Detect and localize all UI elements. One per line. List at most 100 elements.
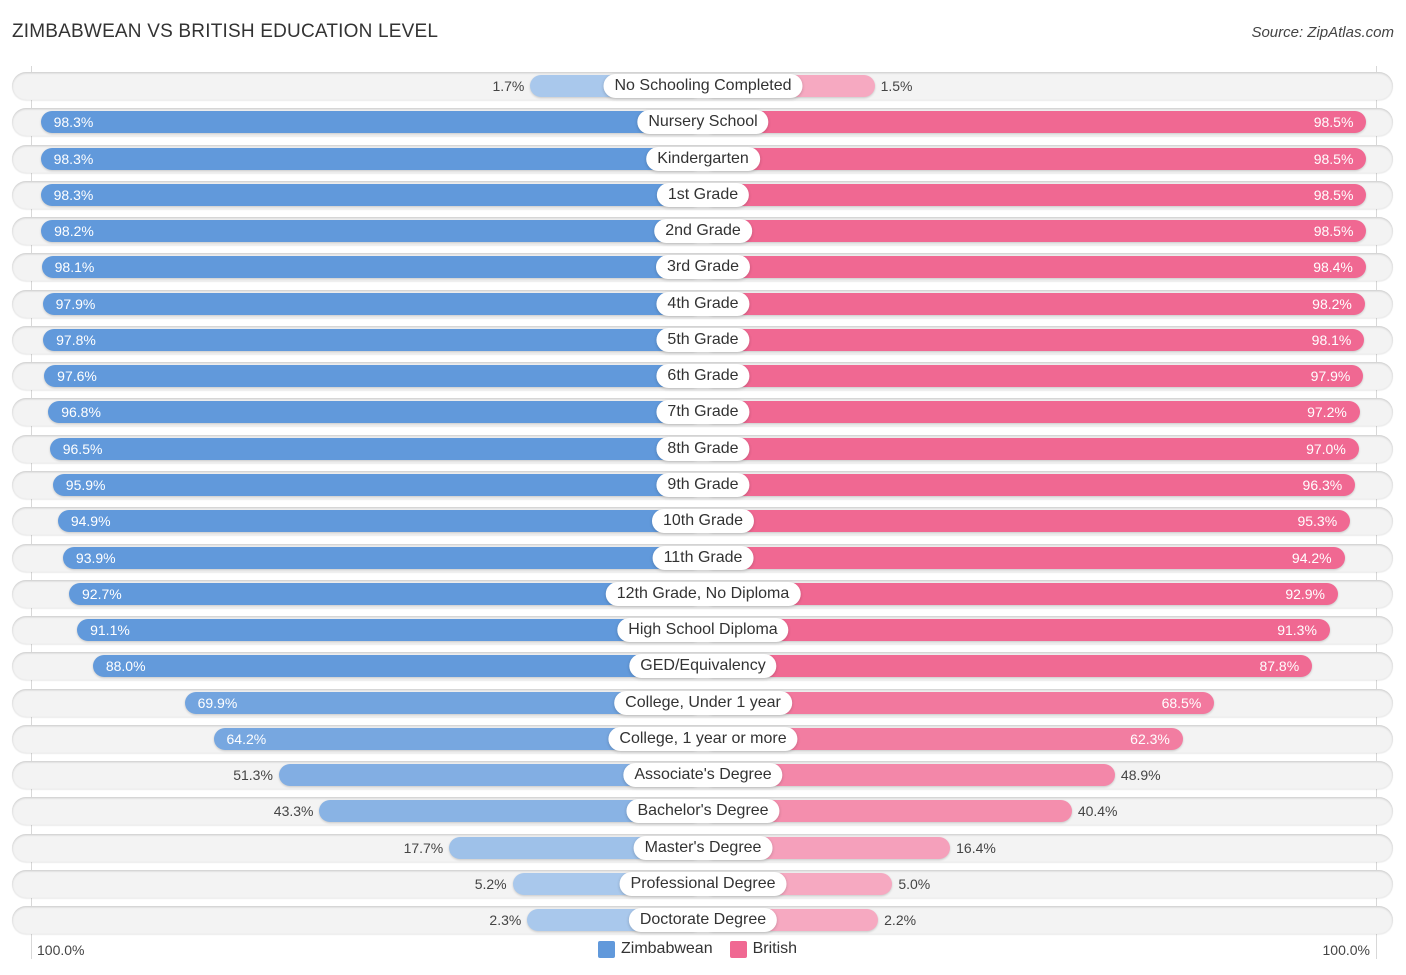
value-label-british: 98.5% (1313, 186, 1354, 203)
bar-british[interactable] (703, 220, 1367, 243)
bar-zimbabwean[interactable] (44, 365, 703, 388)
category-label: 12th Grade, No Diploma (605, 581, 801, 606)
legend-item-british[interactable]: British (729, 940, 798, 958)
value-label-zimbabwean: 43.3% (273, 803, 314, 820)
value-label-zimbabwean: 95.9% (65, 476, 106, 493)
category-label: Professional Degree (619, 871, 787, 896)
value-label-british: 98.5% (1313, 150, 1354, 167)
value-label-zimbabwean: 94.9% (70, 513, 111, 530)
value-label-british: 5.0% (898, 875, 931, 892)
value-label-zimbabwean: 91.1% (90, 622, 130, 639)
bar-zimbabwean[interactable] (48, 401, 703, 424)
value-label-zimbabwean: 97.9% (55, 295, 96, 312)
bar-british[interactable] (703, 655, 1313, 678)
category-label: 9th Grade (656, 472, 750, 497)
bar-zimbabwean[interactable] (43, 328, 703, 351)
bar-zimbabwean[interactable] (42, 292, 703, 315)
bar-british[interactable] (703, 183, 1367, 206)
value-label-british: 2.2% (884, 912, 917, 929)
bar-zimbabwean[interactable] (41, 220, 703, 243)
chart-rows: 1.7% 1.5% No Schooling Completed 98.3% 98.5%… (0, 0, 1406, 975)
category-label: 10th Grade (651, 509, 755, 534)
category-label: Kindergarten (646, 146, 760, 171)
value-label-zimbabwean: 98.1% (54, 259, 95, 276)
category-label: Bachelor's Degree (626, 799, 780, 824)
bar-british[interactable] (703, 147, 1367, 170)
legend-label-british: British (752, 940, 798, 957)
value-label-british: 40.4% (1077, 803, 1118, 820)
bar-british[interactable] (703, 328, 1365, 351)
bar-zimbabwean[interactable] (52, 473, 703, 496)
value-label-zimbabwean: 51.3% (233, 767, 273, 784)
value-label-british: 87.8% (1259, 658, 1300, 675)
bar-zimbabwean[interactable] (40, 111, 703, 134)
right-axis-label: 100.0% (1322, 942, 1370, 958)
bar-british[interactable] (703, 437, 1359, 460)
category-label: 2nd Grade (654, 219, 752, 244)
legend: Zimbabwean British (598, 940, 814, 958)
category-label: 6th Grade (656, 364, 750, 389)
value-label-zimbabwean: 88.0% (105, 658, 146, 675)
bar-zimbabwean[interactable] (41, 256, 703, 279)
value-label-british: 94.2% (1291, 549, 1332, 566)
value-label-zimbabwean: 92.7% (82, 585, 122, 602)
bar-british[interactable] (703, 256, 1366, 279)
bar-british[interactable] (703, 473, 1356, 496)
bar-british[interactable] (703, 111, 1367, 134)
value-label-british: 62.3% (1130, 730, 1170, 747)
left-axis-label: 100.0% (37, 942, 85, 958)
category-label: Associate's Degree (623, 763, 783, 788)
bar-zimbabwean[interactable] (57, 510, 703, 533)
value-label-british: 98.4% (1313, 259, 1353, 276)
category-label: Nursery School (637, 110, 769, 135)
category-label: 1st Grade (656, 182, 750, 207)
value-label-british: 96.3% (1302, 476, 1343, 493)
bar-british[interactable] (703, 619, 1330, 642)
bar-british[interactable] (703, 546, 1345, 569)
bar-zimbabwean[interactable] (62, 546, 703, 569)
value-label-british: 98.1% (1311, 331, 1352, 348)
value-label-british: 98.2% (1312, 295, 1352, 312)
category-label: High School Diploma (617, 618, 789, 643)
category-label: College, 1 year or more (608, 726, 798, 751)
value-label-british: 1.5% (880, 78, 913, 94)
value-label-british: 92.9% (1285, 585, 1326, 602)
legend-swatch-british (729, 940, 747, 958)
bar-zimbabwean[interactable] (77, 619, 703, 642)
value-label-zimbabwean: 98.3% (53, 114, 94, 131)
value-label-zimbabwean: 96.8% (61, 404, 101, 421)
category-label: 7th Grade (656, 400, 750, 425)
value-label-zimbabwean: 98.3% (53, 150, 94, 167)
bar-british[interactable] (703, 401, 1360, 424)
value-label-zimbabwean: 98.2% (54, 223, 94, 240)
bar-zimbabwean[interactable] (49, 437, 703, 460)
bar-zimbabwean[interactable] (40, 183, 703, 206)
bar-british[interactable] (703, 292, 1365, 315)
bar-british[interactable] (703, 365, 1364, 388)
bar-zimbabwean[interactable] (40, 147, 703, 170)
category-label: 4th Grade (656, 291, 750, 316)
value-label-zimbabwean: 69.9% (197, 694, 238, 711)
category-label: GED/Equivalency (629, 654, 777, 679)
legend-swatch-zimbabwean (598, 940, 615, 958)
value-label-british: 97.2% (1307, 404, 1347, 421)
category-label: 3rd Grade (655, 255, 751, 280)
category-label: College, Under 1 year (614, 690, 792, 715)
value-label-british: 97.0% (1306, 440, 1346, 457)
value-label-british: 95.3% (1297, 513, 1338, 530)
value-label-zimbabwean: 1.7% (492, 78, 525, 94)
category-label: 8th Grade (656, 436, 750, 461)
category-label: Doctorate Degree (628, 908, 778, 933)
value-label-british: 48.9% (1120, 767, 1161, 784)
value-label-zimbabwean: 98.3% (53, 186, 94, 203)
legend-item-zimbabwean[interactable]: Zimbabwean (598, 940, 713, 958)
bar-british[interactable] (703, 510, 1351, 533)
bar-zimbabwean[interactable] (92, 655, 703, 678)
value-label-zimbabwean: 2.3% (489, 912, 522, 929)
value-label-zimbabwean: 97.8% (56, 331, 96, 348)
category-label: 5th Grade (656, 327, 750, 352)
value-label-zimbabwean: 17.7% (403, 839, 444, 856)
value-label-zimbabwean: 97.6% (57, 368, 97, 385)
value-label-zimbabwean: 93.9% (75, 549, 116, 566)
category-label: 11th Grade (652, 545, 754, 570)
